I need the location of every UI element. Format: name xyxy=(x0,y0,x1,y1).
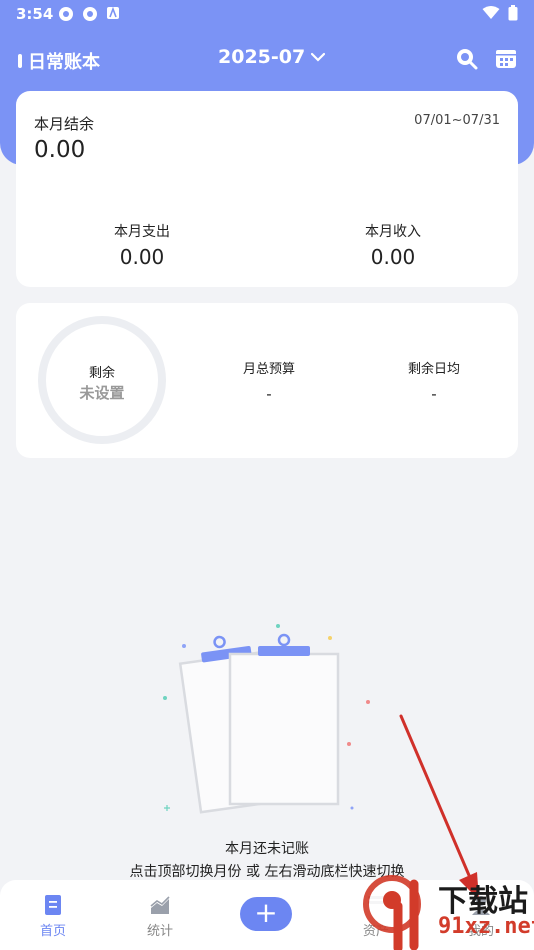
daily-average-stat: 剩余日均 - xyxy=(369,358,499,403)
nav-label-home: 首页 xyxy=(39,924,66,939)
app-notification-icon xyxy=(83,7,97,21)
status-notification-icons xyxy=(58,6,120,22)
book-name: 日常账本 xyxy=(28,52,100,73)
daily-average-label: 剩余日均 xyxy=(407,362,460,377)
book-marker-icon xyxy=(18,54,22,68)
status-bar: 3:54 xyxy=(0,0,534,28)
budget-ring: 剩余 未设置 xyxy=(38,316,166,444)
watermark-logo-icon xyxy=(363,875,421,950)
nav-label-stats: 统计 xyxy=(146,924,173,939)
book-selector[interactable]: 日常账本 xyxy=(18,48,100,74)
budget-card[interactable]: 剩余 未设置 月总预算 - 剩余日均 - xyxy=(16,303,518,458)
month-label: 2025-07 xyxy=(218,46,306,68)
battery-icon xyxy=(508,5,518,21)
app-notification-icon xyxy=(59,7,73,21)
app-bar: 日常账本 2025-07 xyxy=(0,40,534,80)
status-time: 3:54 xyxy=(16,5,54,23)
status-system-icons xyxy=(482,5,518,21)
nav-item-home[interactable]: 首页 xyxy=(13,894,93,939)
font-notification-icon xyxy=(107,6,119,19)
income-label: 本月收入 xyxy=(365,224,421,240)
expense-label: 本月支出 xyxy=(114,224,170,240)
ring-status: 未设置 xyxy=(79,384,125,402)
nav-item-stats[interactable]: 统计 xyxy=(120,894,200,939)
ring-title: 剩余 xyxy=(88,366,115,381)
date-range: 07/01~07/31 xyxy=(414,113,500,128)
empty-clipboard-illustration xyxy=(163,624,370,814)
expense-stat: 本月支出 0.00 xyxy=(42,221,242,269)
monthly-budget-label: 月总预算 xyxy=(242,362,295,377)
monthly-budget-stat: 月总预算 - xyxy=(204,358,334,403)
document-icon xyxy=(45,895,61,915)
balance-value: 0.00 xyxy=(34,137,86,163)
month-picker[interactable]: 2025-07 xyxy=(218,46,326,68)
add-record-button[interactable]: + xyxy=(240,897,292,931)
chevron-down-icon xyxy=(311,52,326,62)
daily-average-value: - xyxy=(431,385,437,403)
chart-icon xyxy=(150,896,170,914)
monthly-budget-value: - xyxy=(266,385,272,403)
site-watermark: 下载站 91xz.net xyxy=(362,870,534,950)
watermark-url: 91xz.net xyxy=(438,914,534,939)
balance-label: 本月结余 xyxy=(34,115,95,133)
monthly-summary-card[interactable]: 本月结余 0.00 07/01~07/31 本月支出 0.00 本月收入 0.0… xyxy=(16,91,518,287)
calendar-icon[interactable] xyxy=(494,46,518,70)
income-value: 0.00 xyxy=(370,245,416,269)
search-icon[interactable] xyxy=(454,46,478,70)
expense-value: 0.00 xyxy=(119,245,165,269)
income-stat: 本月收入 0.00 xyxy=(293,221,493,269)
wifi-icon xyxy=(482,6,500,19)
